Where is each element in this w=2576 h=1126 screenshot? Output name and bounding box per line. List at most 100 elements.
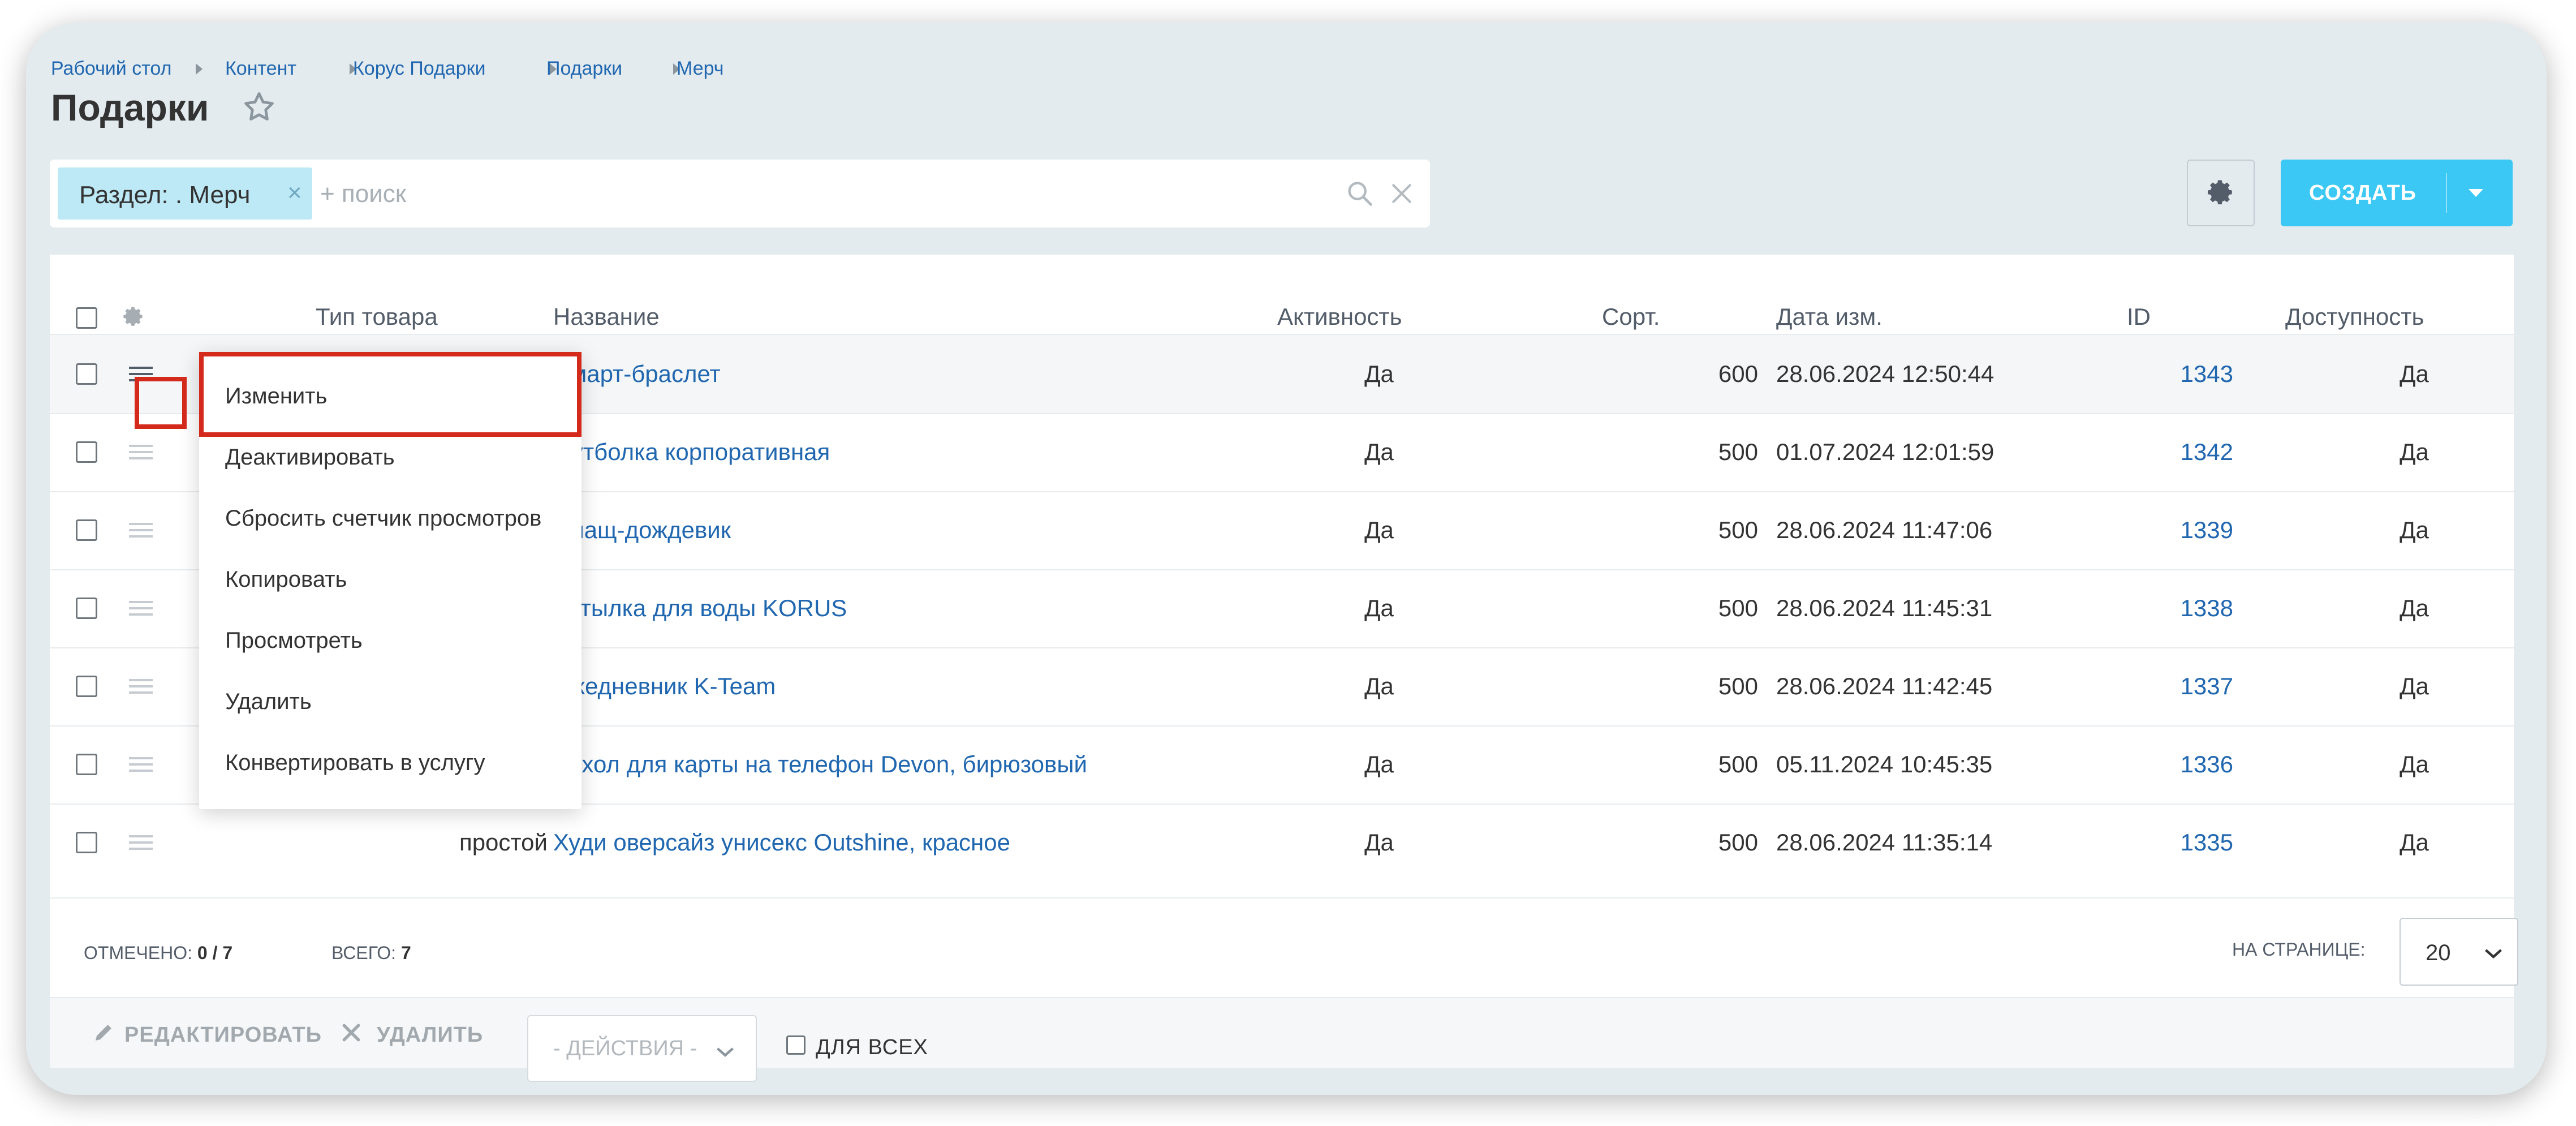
row-date: 28.06.2024 11:35:14	[1776, 829, 1993, 856]
row-availability: Да	[2400, 517, 2429, 543]
row-sort: 500	[1718, 673, 1758, 699]
breadcrumb-item-merch[interactable]: Мерч	[677, 58, 724, 80]
per-page-value: 20	[2426, 940, 2451, 965]
row-menu-icon[interactable]	[128, 833, 154, 852]
gear-icon	[2208, 180, 2232, 205]
row-id-link[interactable]: 1336	[2120, 751, 2233, 778]
row-availability: Да	[2400, 595, 2429, 621]
column-settings-gear-icon[interactable]	[122, 306, 146, 329]
per-page-select[interactable]: 20	[2400, 918, 2518, 986]
breadcrumb-item-korus-gifts[interactable]: Корус Подарки	[353, 58, 485, 80]
menu-item-deactivate[interactable]: Деактивировать	[225, 445, 395, 470]
breadcrumb-item-content[interactable]: Контент	[225, 58, 296, 80]
menu-item-convert-to-service[interactable]: Конвертировать в услугу	[225, 750, 485, 776]
total-count: ВСЕГО: 7	[331, 943, 411, 964]
row-name-link[interactable]: Футболка корпоративная	[553, 439, 830, 466]
selected-count-value: 0 / 7	[197, 943, 233, 963]
row-sort: 500	[1718, 517, 1758, 543]
row-date: 28.06.2024 11:45:31	[1776, 595, 1993, 621]
row-date: 28.06.2024 11:42:45	[1776, 673, 1993, 699]
column-header-name[interactable]: Название	[553, 303, 660, 330]
row-name-link[interactable]: Чехол для карты на телефон Devon, бирюзо…	[553, 751, 1087, 778]
breadcrumb-item-desktop[interactable]: Рабочий стол	[51, 58, 171, 80]
chevron-down-icon[interactable]	[2469, 189, 2483, 197]
row-sort: 500	[1718, 829, 1758, 856]
row-activity: Да	[1364, 673, 1394, 699]
row-checkbox[interactable]	[76, 441, 97, 463]
chevron-down-icon	[717, 1047, 734, 1058]
menu-item-view[interactable]: Просмотреть	[225, 628, 363, 654]
row-menu-icon[interactable]	[128, 677, 154, 696]
filter-chip-label: Раздел: . Мерч	[79, 181, 251, 209]
row-id-link[interactable]: 1339	[2120, 517, 2233, 544]
row-availability: Да	[2400, 439, 2429, 465]
row-menu-icon[interactable]	[128, 442, 154, 462]
row-activity: Да	[1364, 439, 1394, 465]
table-bottom-divider	[50, 897, 2514, 899]
menu-item-reset-views[interactable]: Сбросить счетчик просмотров	[225, 506, 541, 531]
row-activity: Да	[1364, 360, 1394, 387]
row-date: 28.06.2024 11:47:06	[1776, 517, 1993, 543]
row-activity: Да	[1364, 751, 1394, 777]
row-id-link[interactable]: 1343	[2120, 360, 2233, 388]
filter-search-bar[interactable]: Раздел: . Мерч × + поиск	[50, 160, 1430, 227]
row-name-link[interactable]: Ежедневник K-Team	[553, 673, 776, 700]
column-header-availability[interactable]: Доступность	[2285, 303, 2424, 330]
create-button-label: СОЗДАТЬ	[2308, 181, 2416, 205]
row-sort: 500	[1718, 751, 1758, 777]
column-header-sort[interactable]: Сорт.	[1602, 303, 1660, 330]
row-menu-icon[interactable]	[128, 599, 154, 618]
column-header-type[interactable]: Тип товара	[316, 303, 438, 330]
page-title: Подарки	[51, 87, 209, 128]
row-type: простой	[459, 829, 548, 856]
filter-chip-section[interactable]: Раздел: . Мерч ×	[58, 167, 312, 220]
row-menu-icon[interactable]	[128, 521, 154, 540]
chip-remove-icon[interactable]: ×	[287, 179, 302, 207]
row-checkbox[interactable]	[76, 519, 97, 541]
for-all-label: ДЛЯ ВСЕХ	[816, 1035, 928, 1059]
close-icon[interactable]	[1389, 181, 1414, 206]
search-input[interactable]: + поиск	[320, 180, 406, 208]
for-all-checkbox[interactable]	[786, 1035, 805, 1055]
row-activity: Да	[1364, 595, 1394, 621]
row-checkbox[interactable]	[76, 598, 97, 619]
column-header-id[interactable]: ID	[2127, 303, 2151, 330]
row-menu-icon[interactable]	[128, 755, 154, 774]
row-activity: Да	[1364, 517, 1394, 543]
row-availability: Да	[2400, 751, 2429, 777]
row-checkbox[interactable]	[76, 832, 97, 853]
row-id-link[interactable]: 1337	[2120, 673, 2233, 700]
chevron-down-icon	[2485, 949, 2502, 959]
row-availability: Да	[2400, 829, 2429, 856]
breadcrumb-separator-icon	[196, 63, 203, 75]
breadcrumb-item-gifts[interactable]: Подарки	[546, 58, 622, 80]
row-availability: Да	[2400, 673, 2429, 699]
row-availability: Да	[2400, 360, 2429, 387]
search-icon[interactable]	[1345, 179, 1375, 208]
select-all-checkbox[interactable]	[76, 307, 97, 329]
row-menu-highlight	[135, 377, 187, 429]
edit-selected-button[interactable]: РЕДАКТИРОВАТЬ	[124, 1023, 322, 1047]
star-icon[interactable]	[241, 89, 277, 126]
column-header-date[interactable]: Дата изм.	[1776, 303, 1883, 330]
actions-select-value: - ДЕЙСТВИЯ -	[553, 1037, 697, 1060]
row-name-link[interactable]: Бутылка для воды KORUS	[553, 595, 847, 622]
row-checkbox[interactable]	[76, 676, 97, 697]
row-id-link[interactable]: 1335	[2120, 829, 2233, 856]
delete-selected-button[interactable]: УДАЛИТЬ	[377, 1023, 483, 1047]
total-count-label: ВСЕГО:	[331, 943, 397, 963]
settings-button[interactable]	[2187, 160, 2255, 226]
menu-item-delete[interactable]: Удалить	[225, 689, 312, 715]
menu-item-copy[interactable]: Копировать	[225, 567, 347, 592]
row-date: 05.11.2024 10:45:35	[1776, 751, 1993, 777]
selected-count-label: ОТМЕЧЕНО:	[84, 943, 192, 963]
create-button[interactable]: СОЗДАТЬ	[2281, 160, 2513, 226]
row-id-link[interactable]: 1338	[2120, 595, 2233, 622]
column-header-activity[interactable]: Активность	[1277, 303, 1402, 330]
row-id-link[interactable]: 1342	[2120, 439, 2233, 466]
row-name-link[interactable]: Худи оверсайз унисекс Outshine, красное	[553, 829, 1010, 856]
pencil-icon	[96, 1025, 111, 1041]
actions-select[interactable]: - ДЕЙСТВИЯ -	[527, 1015, 757, 1082]
row-checkbox[interactable]	[76, 754, 97, 775]
row-checkbox[interactable]	[76, 363, 97, 385]
